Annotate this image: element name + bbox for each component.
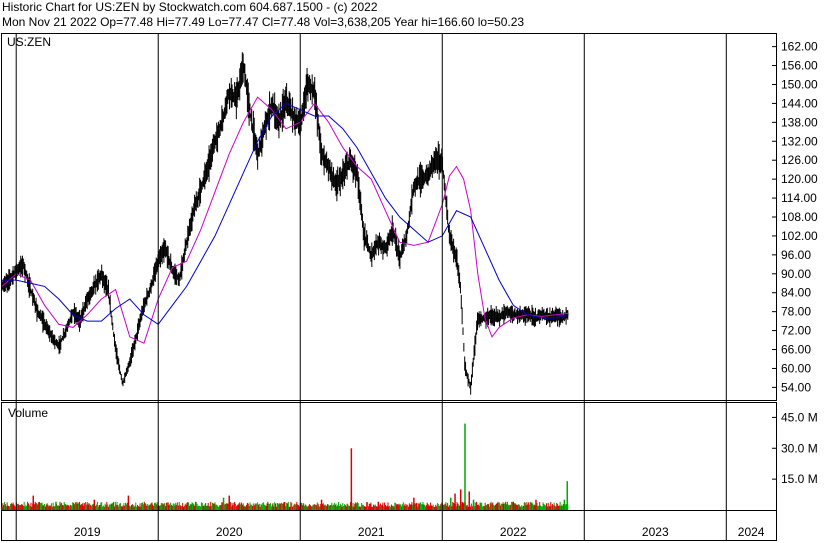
volume-bars (1, 423, 569, 510)
stock-chart: 162.00 156.00 150.00 144.00 138.00 132.00 126.… (1, 33, 818, 541)
volume-axis: 45.0 M 30.0 M 15.0 M (772, 410, 818, 486)
year-label: 2024 (738, 525, 765, 539)
price-tick-label: 126.00 (781, 153, 818, 167)
price-tick-label: 84.00 (781, 286, 811, 300)
ma-long-line (2, 102, 569, 325)
price-panel-frame (1, 33, 777, 401)
price-tick-label: 114.00 (781, 191, 817, 205)
price-tick-label: 150.00 (781, 77, 818, 91)
price-tick-label: 96.00 (781, 248, 811, 262)
price-tick-label: 132.00 (781, 134, 818, 148)
price-tick-label: 66.00 (781, 343, 811, 357)
volume-panel-title: Volume (8, 406, 48, 420)
volume-tick-label: 15.0 M (781, 472, 818, 486)
year-label: 2019 (74, 525, 101, 539)
price-tick-label: 54.00 (781, 380, 811, 394)
year-label: 2023 (642, 525, 669, 539)
price-tick-label: 78.00 (781, 305, 811, 319)
volume-tick-label: 45.0 M (781, 410, 818, 424)
price-tick-label: 102.00 (781, 229, 818, 243)
year-label: 2022 (500, 525, 527, 539)
year-label: 2021 (358, 525, 385, 539)
price-tick-label: 138.00 (781, 115, 818, 129)
price-tick-label: 60.00 (781, 361, 811, 375)
price-tick-label: 144.00 (781, 96, 818, 110)
price-tick-label: 108.00 (781, 210, 818, 224)
price-tick-label: 120.00 (781, 172, 818, 186)
price-tick-label: 72.00 (781, 324, 811, 338)
volume-tick-label: 30.0 M (781, 441, 818, 455)
price-panel-title: US:ZEN (7, 35, 51, 49)
year-label: 2020 (216, 525, 243, 539)
price-tick-label: 162.00 (781, 40, 818, 54)
price-tick-label: 156.00 (781, 59, 818, 73)
x-axis: 2019 2020 2021 2022 2023 2024 (15, 34, 765, 540)
price-tick-label: 90.00 (781, 267, 811, 281)
volume-panel-frame (1, 402, 777, 511)
price-bars (1, 52, 569, 395)
price-axis: 162.00 156.00 150.00 144.00 138.00 132.00 126.… (772, 40, 818, 394)
